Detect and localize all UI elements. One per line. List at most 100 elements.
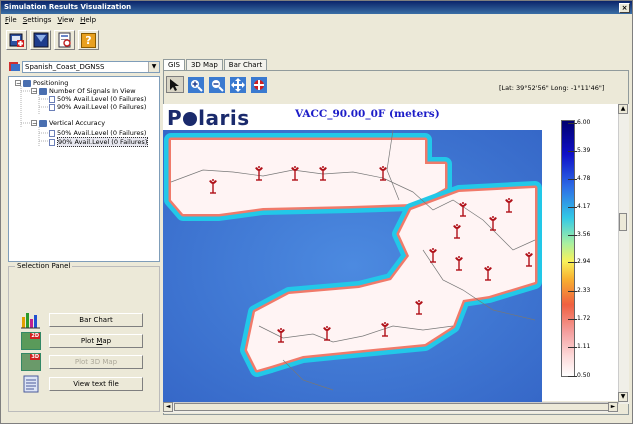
colorbar-tick (568, 319, 577, 320)
text-file-icon (21, 375, 41, 393)
colorbar (561, 120, 575, 377)
zoom-out-tool[interactable] (208, 76, 226, 93)
open-icon (9, 33, 24, 47)
title-bar: Simulation Results Visualization × (1, 1, 632, 14)
main-toolbar: ? (6, 30, 99, 52)
document-icon (49, 138, 55, 146)
chevron-down-icon[interactable]: ▼ (148, 62, 159, 72)
arrow-cursor-icon (170, 78, 179, 91)
colorbar-label: 1.72 (577, 315, 591, 322)
colorbar-tick (568, 151, 577, 152)
scroll-up-button[interactable]: ▲ (618, 104, 628, 114)
zoom-out-icon (209, 76, 225, 93)
polaris-logo: Plaris (167, 106, 250, 130)
colorbar-label: 4.17 (577, 203, 591, 210)
document-icon (49, 103, 55, 111)
close-button[interactable]: × (619, 3, 630, 13)
tab-3d-map[interactable]: 3D Map (185, 59, 223, 70)
vertical-scrollbar[interactable] (618, 104, 629, 404)
colorbar-tick (568, 262, 577, 263)
menu-help[interactable]: Help (80, 14, 96, 26)
coordinate-readout: [Lat: 39°52'56" Long: -1°11'46"] (499, 84, 605, 92)
scenario-icon (9, 62, 20, 71)
vertical-scroll-thumb[interactable] (619, 213, 627, 231)
report-icon (58, 32, 71, 48)
tree-leaf-vacc-50[interactable]: 50% Avail.Level (0 Failures) (49, 129, 146, 137)
collapse-icon[interactable]: − (15, 80, 21, 87)
tab-bar-chart[interactable]: Bar Chart (223, 59, 268, 70)
plot-map-row: 2D Plot Map (21, 332, 143, 350)
colorbar-tick (568, 347, 577, 348)
identify-tool[interactable] (250, 76, 268, 93)
zoom-in-icon (188, 76, 204, 93)
tree-leaf-vacc-90[interactable]: 90% Avail.Level (0 Failures) (49, 137, 149, 147)
selection-panel: Selection Panel Bar Chart 2D Plot Map 3D… (8, 262, 160, 412)
screen-button[interactable] (30, 30, 51, 50)
colorbar-label: 2.94 (577, 258, 591, 265)
colorbar-tick (568, 235, 577, 236)
window-title: Simulation Results Visualization (4, 3, 132, 11)
tree-node-vertical-accuracy[interactable]: − Vertical Accuracy (31, 119, 105, 127)
colorbar-label: 0.50 (577, 372, 591, 379)
open-button[interactable] (6, 30, 27, 50)
colorbar-label: 5.39 (577, 147, 591, 154)
plot-3d-map-button[interactable]: Plot 3D Map (49, 355, 143, 369)
select-tool[interactable] (166, 76, 184, 93)
scroll-down-button[interactable]: ▼ (618, 392, 628, 402)
map-title: VACC_90.00_0F (meters) (295, 108, 440, 120)
colorbar-tick (568, 207, 577, 208)
bar-chart-icon (21, 311, 41, 329)
tree-node-signals[interactable]: − Number Of Signals In View (31, 87, 136, 95)
crosshair-icon (251, 76, 267, 93)
document-icon (49, 95, 55, 103)
plot-3d-row: 3D Plot 3D Map (21, 353, 143, 371)
tree-node-positioning[interactable]: − Positioning (15, 79, 68, 87)
colorbar-tick (568, 376, 577, 377)
folder-icon (23, 79, 31, 87)
tab-gis[interactable]: GIS (163, 59, 185, 70)
horizontal-scroll-thumb[interactable] (174, 403, 616, 411)
map-2d-icon: 2D (21, 332, 41, 350)
scroll-left-button[interactable]: ◄ (163, 402, 173, 412)
pan-icon (230, 76, 246, 93)
view-text-file-button[interactable]: View text file (49, 377, 143, 391)
results-tree: − Positioning − Number Of Signals In Vie… (8, 76, 160, 262)
scenario-dropdown[interactable]: Spanish_Coast_DGNSS ▼ (22, 61, 160, 73)
colorbar-tick (568, 291, 577, 292)
colorbar-label: 6.00 (577, 119, 591, 126)
bar-chart-row: Bar Chart (21, 311, 143, 329)
help-button[interactable]: ? (78, 30, 99, 50)
document-icon (49, 129, 55, 137)
help-icon: ? (81, 32, 96, 48)
plot-map-button[interactable]: Plot Map (49, 334, 143, 348)
map-toolbar (166, 76, 268, 93)
view-text-row: View text file (21, 375, 143, 393)
view-tabs: GIS 3D Map Bar Chart (163, 59, 268, 70)
colorbar-label: 2.33 (577, 287, 591, 294)
collapse-icon[interactable]: − (31, 120, 37, 127)
pan-tool[interactable] (229, 76, 247, 93)
menu-file[interactable]: File (5, 14, 17, 26)
tree-leaf-signals-50[interactable]: 50% Avail.Level (0 Failures) (49, 95, 146, 103)
collapse-icon[interactable]: − (31, 88, 37, 95)
scenario-value: Spanish_Coast_DGNSS (25, 63, 105, 71)
map-3d-icon: 3D (21, 353, 41, 371)
scroll-right-button[interactable]: ► (608, 402, 618, 412)
colorbar-tick (568, 123, 577, 124)
bar-chart-button[interactable]: Bar Chart (49, 313, 143, 327)
coverage-map[interactable] (163, 130, 542, 402)
screen-icon (33, 32, 48, 48)
selection-panel-title: Selection Panel (15, 262, 73, 270)
zoom-in-tool[interactable] (187, 76, 205, 93)
colorbar-label: 3.56 (577, 231, 591, 238)
colorbar-tick (568, 179, 577, 180)
menu-view[interactable]: View (57, 14, 74, 26)
colorbar-label: 4.78 (577, 175, 591, 182)
menu-settings[interactable]: Settings (23, 14, 52, 26)
folder-icon (39, 87, 47, 95)
folder-icon (39, 119, 47, 127)
report-button[interactable] (54, 30, 75, 50)
colorbar-label: 1.11 (577, 343, 591, 350)
menu-bar: File Settings View Help (1, 14, 632, 26)
tree-leaf-signals-90[interactable]: 90% Avail.Level (0 Failures) (49, 103, 146, 111)
